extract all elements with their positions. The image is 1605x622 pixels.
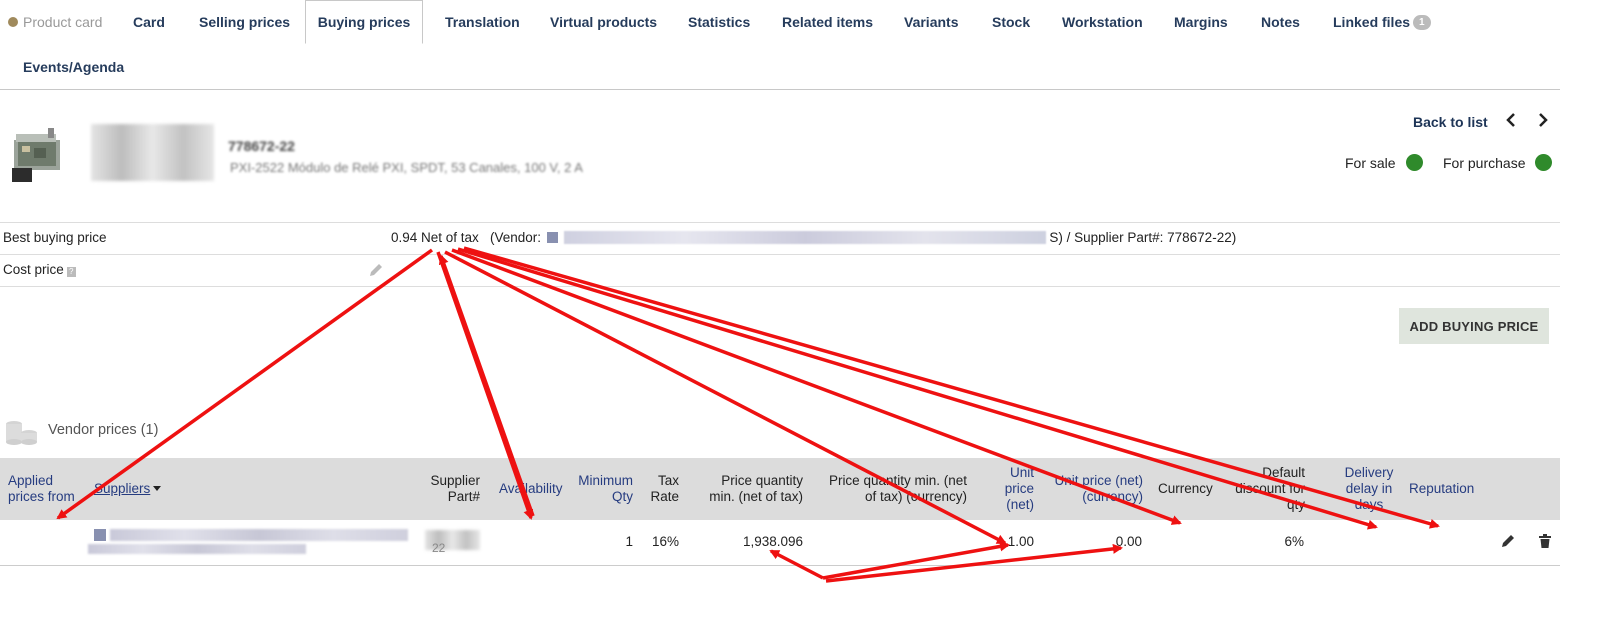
tab-bar: Product card Card Selling prices Buying … — [0, 0, 1560, 90]
best-price-vendor: (Vendor: S) / Supplier Part#: 778672-22) — [490, 230, 1236, 245]
chevron-right-icon[interactable] — [1537, 112, 1549, 133]
divider — [0, 222, 1560, 223]
col-availability[interactable]: Availability — [499, 481, 563, 497]
chevron-left-icon[interactable] — [1505, 112, 1517, 133]
edit-cost-price-icon[interactable] — [368, 262, 384, 278]
tab-buying-prices[interactable]: Buying prices — [305, 0, 423, 44]
product-image-blurred — [91, 124, 214, 181]
min-qty-cell: 1 — [625, 534, 633, 549]
suppliers-sort-link[interactable]: Suppliers — [94, 481, 150, 496]
tab-label: Linked files — [1333, 14, 1411, 30]
col-delivery-delay[interactable]: Delivery delay in days — [1335, 465, 1403, 513]
cost-price-label: Cost price? — [3, 262, 76, 277]
col-suppliers[interactable]: Suppliers — [94, 481, 162, 497]
tab-events-agenda[interactable]: Events/Agenda — [23, 57, 124, 77]
col-unit-price[interactable]: Unit price (net) — [990, 465, 1034, 513]
best-buying-price-value: 0.94 Net of tax — [391, 230, 479, 245]
linked-files-count-badge: 1 — [1413, 15, 1431, 30]
col-default-discount: Default discount for qty — [1235, 465, 1305, 512]
tab-virtual-products[interactable]: Virtual products — [550, 12, 657, 32]
divider — [0, 254, 1560, 255]
col-price-qty-min: Price quantity min. (net of tax) — [709, 473, 803, 504]
col-reputation[interactable]: Reputation — [1409, 481, 1474, 497]
default-discount-cell: 6% — [1284, 534, 1304, 549]
back-to-list-link[interactable]: Back to list — [1413, 114, 1488, 130]
for-sale-label: For sale — [1345, 155, 1396, 171]
vendor-prices-title: Vendor prices (1) — [48, 422, 159, 438]
tab-statistics[interactable]: Statistics — [688, 12, 750, 32]
tab-variants[interactable]: Variants — [904, 12, 958, 32]
unit-price-cell: 1.00 — [1007, 534, 1034, 549]
add-buying-price-button[interactable]: ADD BUYING PRICE — [1399, 308, 1549, 344]
tab-notes[interactable]: Notes — [1261, 12, 1300, 32]
building-icon — [94, 529, 106, 541]
coins-icon — [4, 419, 38, 447]
for-purchase-label: For purchase — [1443, 155, 1526, 171]
product-photo — [10, 124, 70, 186]
supplier-address-redacted — [88, 544, 306, 554]
vendor-suffix: S) / Supplier Part#: 778672-22) — [1049, 230, 1237, 245]
product-icon — [8, 17, 18, 27]
divider — [0, 286, 1560, 287]
col-price-qty-min-currency: Price quantity min. (net of tax) (curren… — [828, 473, 967, 504]
col-applied-prices-from[interactable]: Applied prices from — [8, 473, 88, 505]
product-ref: 778672-22 — [228, 138, 295, 154]
tab-selling-prices[interactable]: Selling prices — [199, 12, 290, 32]
col-tax-rate: Tax Rate — [650, 473, 679, 504]
product-label: PXI-2522 Módulo de Relé PXI, SPDT, 53 Ca… — [230, 160, 583, 175]
tab-translation[interactable]: Translation — [445, 12, 520, 32]
edit-icon[interactable] — [1500, 533, 1516, 549]
delete-icon[interactable] — [1537, 533, 1553, 549]
col-unit-price-currency[interactable]: Unit price (net) (currency) — [1050, 473, 1143, 505]
vendor-prefix: (Vendor: — [490, 230, 542, 245]
tab-margins[interactable]: Margins — [1174, 12, 1228, 32]
vendor-prices-table-header: Applied prices from Suppliers Supplier P… — [0, 458, 1560, 520]
vendor-name-redacted — [563, 231, 1046, 244]
supplier-name-redacted[interactable] — [110, 529, 408, 541]
tab-product-card[interactable]: Product card — [8, 12, 102, 32]
col-currency: Currency — [1158, 481, 1213, 496]
unit-price-currency-cell: 0.00 — [1115, 534, 1142, 549]
tab-related-items[interactable]: Related items — [782, 12, 873, 32]
price-qty-min-cell: 1,938.096 — [742, 534, 803, 549]
help-icon[interactable]: ? — [66, 267, 76, 277]
tab-workstation[interactable]: Workstation — [1062, 12, 1143, 32]
best-buying-price-label: Best buying price — [3, 230, 107, 245]
tab-label: Product card — [23, 14, 103, 30]
for-sale-status-dot[interactable] — [1406, 154, 1423, 171]
col-supplier-part: Supplier Part# — [430, 473, 480, 504]
tab-stock[interactable]: Stock — [992, 12, 1030, 32]
building-icon — [546, 232, 558, 243]
tab-linked-files[interactable]: Linked files 1 — [1333, 12, 1431, 32]
for-purchase-status-dot[interactable] — [1535, 154, 1552, 171]
col-minimum-qty[interactable]: Minimum Qty — [573, 473, 633, 505]
tax-rate-cell: 16% — [651, 534, 679, 549]
cost-price-text: Cost price — [3, 262, 64, 277]
supplier-part-cell: 22 — [432, 541, 446, 555]
tab-card[interactable]: Card — [133, 12, 165, 32]
sort-caret-icon — [153, 486, 162, 491]
